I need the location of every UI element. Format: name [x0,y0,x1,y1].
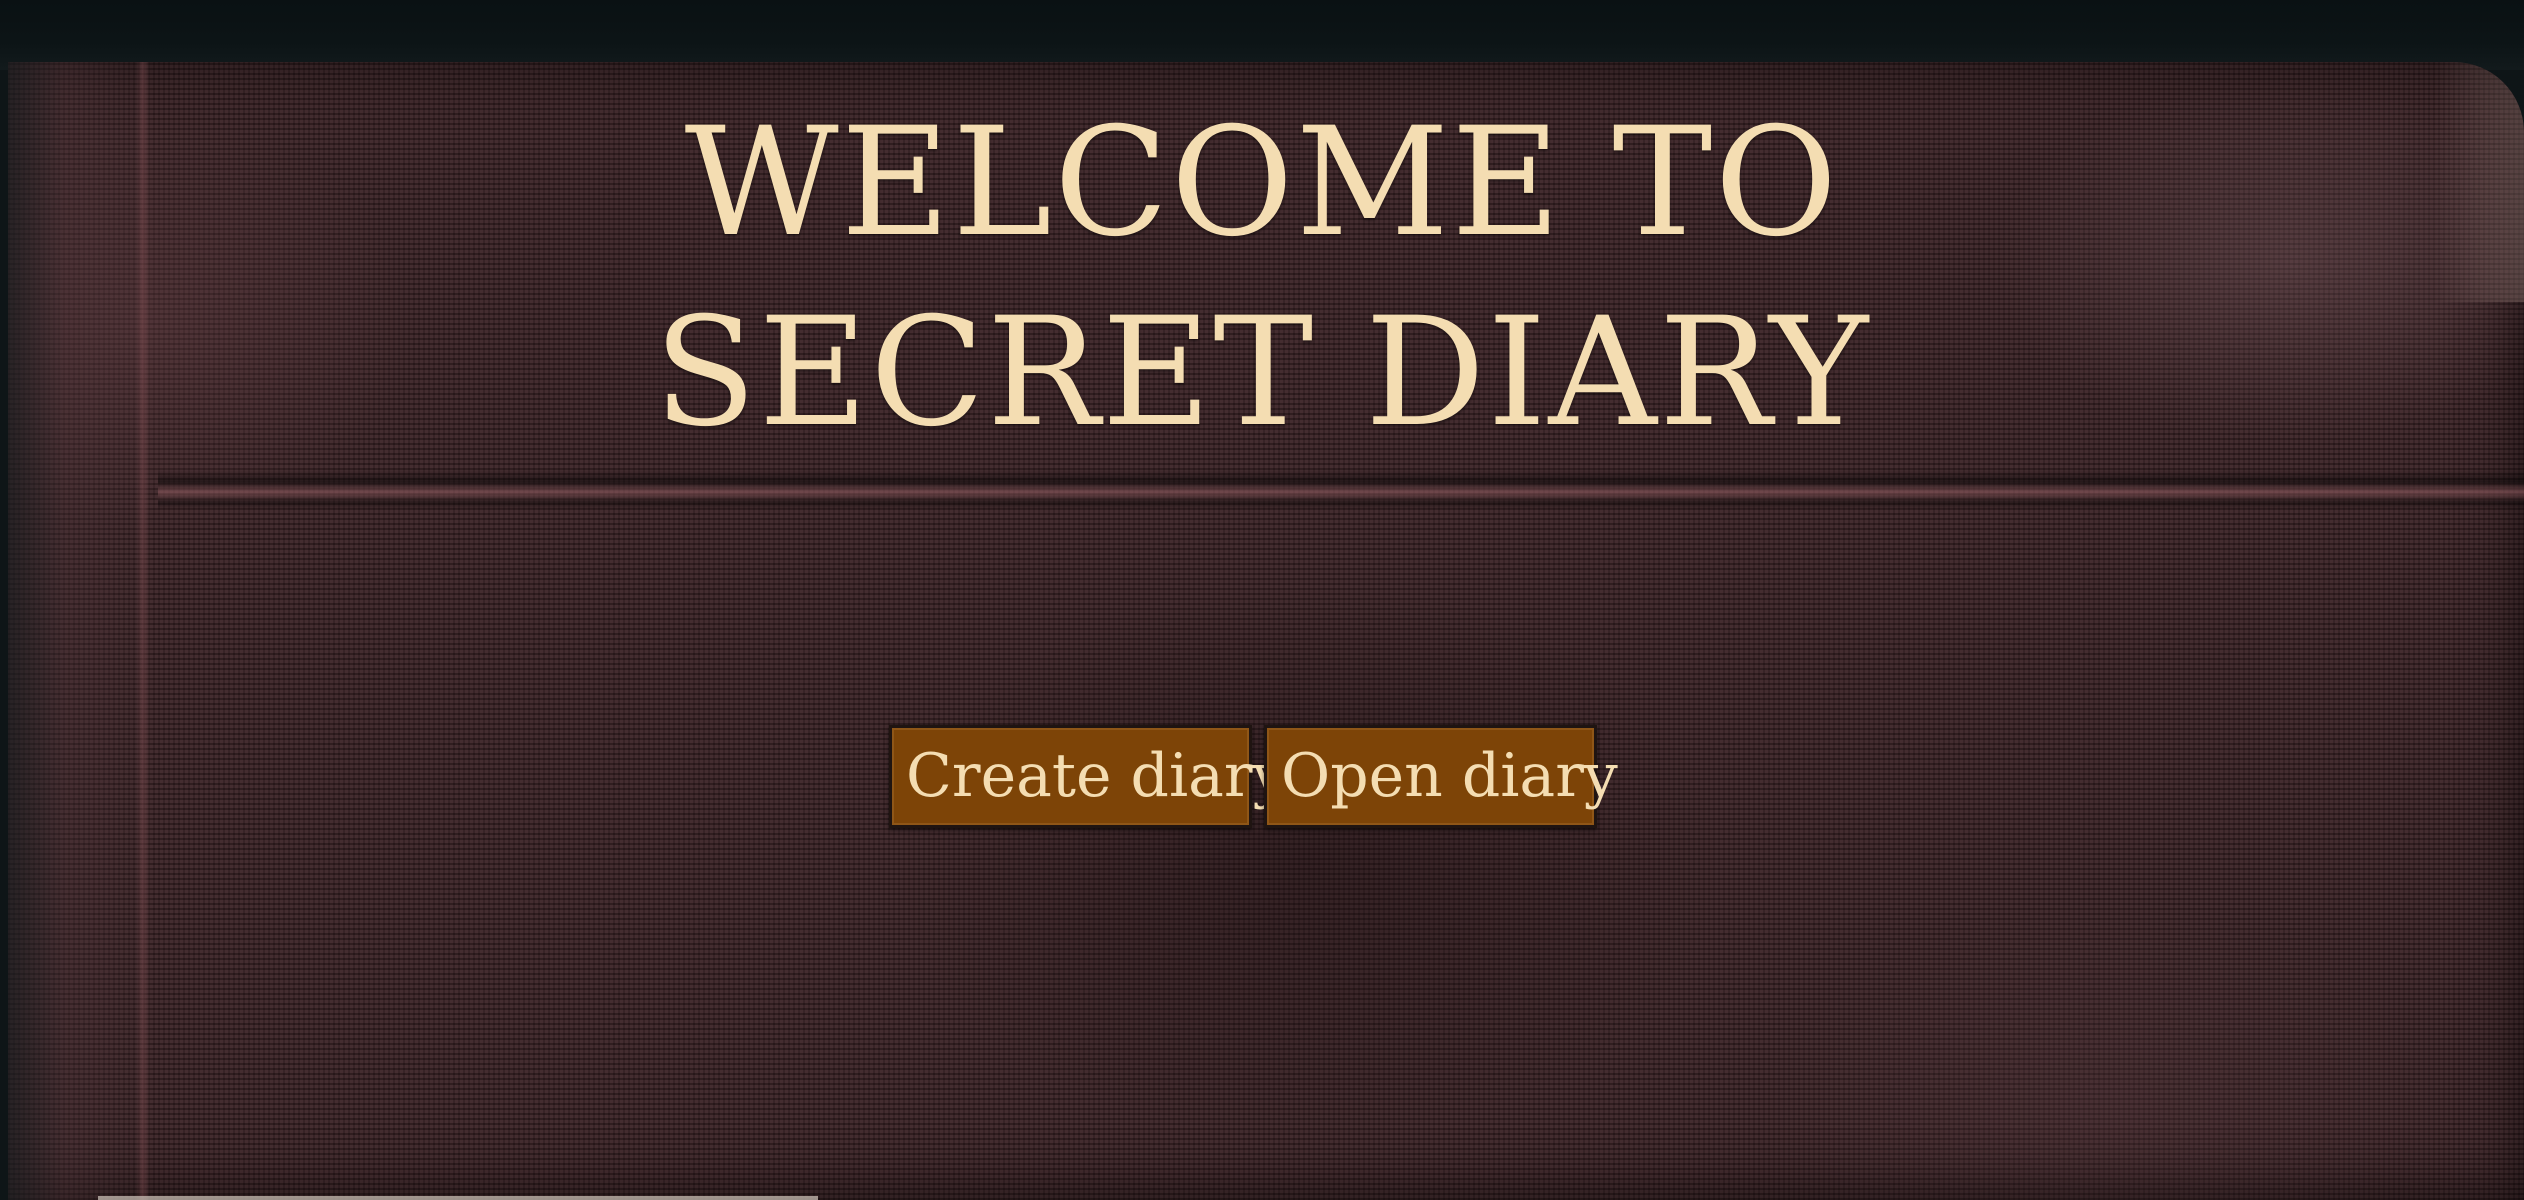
open-diary-button[interactable]: Open diary [1264,725,1618,828]
cover-horizontal-ridge [158,470,2524,510]
page-title: WELCOME TO SECRET DIARY [0,88,2524,468]
diary-actions: Create diary Open diary [889,725,1618,828]
title-line-1: WELCOME TO [684,96,1840,270]
title-line-2: SECRET DIARY [653,286,1871,460]
bottom-edge-line [98,1196,818,1200]
create-diary-button[interactable]: Create diary [889,725,1287,828]
top-dark-strip [0,0,2524,70]
